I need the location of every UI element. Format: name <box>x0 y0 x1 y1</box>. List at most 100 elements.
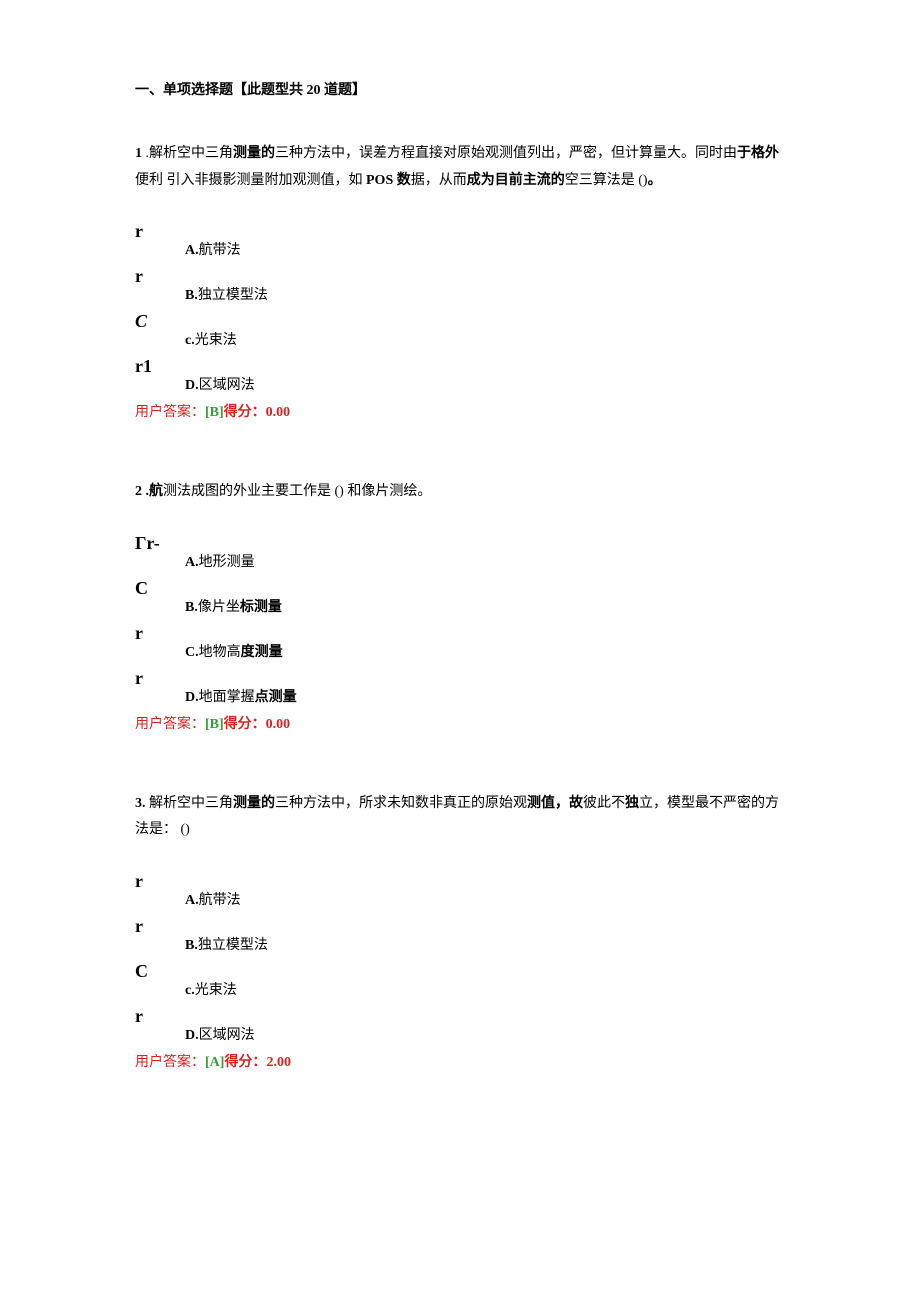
option-text: 地形测量 <box>199 555 255 570</box>
question-stem: 3. 解析空中三角测量的三种方法中，所求未知数非真正的原始观测值，故彼此不独立，… <box>135 791 790 844</box>
option-row[interactable]: rA.航带法 <box>135 872 790 911</box>
option-text: 地物高 <box>199 645 241 660</box>
question-block: 2 .航测法成图的外业主要工作是 () 和像片测绘。 Γr-A.地形测量CB.像… <box>135 479 790 735</box>
score-value: 0.00 <box>266 717 291 732</box>
score-label: 得分： <box>224 717 266 732</box>
option-letter: B. <box>185 288 198 303</box>
option-letter: B. <box>185 938 198 953</box>
stem-fragment: 独 <box>625 796 639 811</box>
radio-mark-icon[interactable]: r <box>135 222 185 242</box>
answer-prefix: 用户答案： <box>135 1055 205 1070</box>
option-text: 独立模型法 <box>198 938 268 953</box>
option-row[interactable]: Cc.光束法 <box>135 312 790 351</box>
stem-fragment: 彼此不 <box>583 796 625 811</box>
option-content: B.独立模型法 <box>185 917 268 956</box>
option-row[interactable]: rB.独立模型法 <box>135 917 790 956</box>
radio-mark-icon[interactable]: C <box>135 579 185 599</box>
stem-fragment: 测量的 <box>233 146 275 161</box>
option-row[interactable]: r1D.区域网法 <box>135 357 790 396</box>
radio-mark-icon[interactable]: r <box>135 669 185 689</box>
option-row[interactable]: rB.独立模型法 <box>135 267 790 306</box>
option-text: 区域网法 <box>199 378 255 393</box>
stem-fragment: POS 数 <box>366 173 411 188</box>
option-text: 地面掌握 <box>199 690 255 705</box>
score-value: 0.00 <box>266 405 291 420</box>
option-letter: B. <box>185 600 198 615</box>
stem-fragment: 便利 引入非摄影测量附加观测值，如 <box>135 173 366 188</box>
answer-choice: [B] <box>205 717 224 732</box>
option-letter: A. <box>185 243 199 258</box>
option-letter: D. <box>185 1028 199 1043</box>
question-block: 1 .解析空中三角测量的三种方法中，误差方程直接对原始观测值列出，严密，但计算量… <box>135 141 790 423</box>
options-list: rA.航带法rB.独立模型法Cc.光束法r1D.区域网法 <box>135 222 790 396</box>
radio-mark-icon[interactable]: r <box>135 624 185 644</box>
radio-mark-icon[interactable]: r <box>135 872 185 892</box>
question-number: 2 <box>135 484 142 499</box>
stem-fragment: 三种方法中，误差方程直接对原始观测值列出，严密，但计算量大。同时由 <box>275 146 737 161</box>
option-text: 像片坐 <box>198 600 240 615</box>
option-row[interactable]: Cc.光束法 <box>135 962 790 1001</box>
stem-fragment: .解析空中三角 <box>146 146 234 161</box>
option-text: 光束法 <box>195 333 237 348</box>
stem-fragment: 成为目前主流的 <box>467 173 565 188</box>
score-label: 得分： <box>224 405 266 420</box>
option-row[interactable]: CB.像片坐标测量 <box>135 579 790 618</box>
option-content: D.地面掌握点测量 <box>185 669 297 708</box>
option-text: 区域网法 <box>199 1028 255 1043</box>
option-content: B.独立模型法 <box>185 267 268 306</box>
stem-fragment: 测值，故 <box>527 796 583 811</box>
stem-fragment: 于格外 <box>737 146 779 161</box>
option-row[interactable]: rA.航带法 <box>135 222 790 261</box>
option-row[interactable]: rD.区域网法 <box>135 1007 790 1046</box>
question-stem: 2 .航测法成图的外业主要工作是 () 和像片测绘。 <box>135 479 790 506</box>
stem-fragment: 。 <box>648 173 662 188</box>
option-row[interactable]: rD.地面掌握点测量 <box>135 669 790 708</box>
stem-text: 解析空中三角测量的三种方法中，所求未知数非真正的原始观测值，故彼此不独立，模型最… <box>135 796 779 838</box>
option-text-bold: 点测量 <box>255 690 297 705</box>
option-text: 航带法 <box>199 893 241 908</box>
option-content: c.光束法 <box>185 312 237 351</box>
radio-mark-icon[interactable]: C <box>135 962 185 982</box>
option-text-bold: 标测量 <box>240 600 282 615</box>
option-text-bold: 度测量 <box>241 645 283 660</box>
question-number: 1 <box>135 146 142 161</box>
stem-fragment: 航 <box>149 484 163 499</box>
user-answer-line: 用户答案：[B]得分：0.00 <box>135 402 790 423</box>
option-row[interactable]: Γr-A.地形测量 <box>135 534 790 573</box>
radio-mark-icon[interactable]: r <box>135 1007 185 1027</box>
score-value: 2.00 <box>266 1055 291 1070</box>
option-content: A.地形测量 <box>185 534 255 573</box>
option-content: A.航带法 <box>185 872 241 911</box>
options-list: Γr-A.地形测量CB.像片坐标测量rC.地物高度测量rD.地面掌握点测量 <box>135 534 790 708</box>
user-answer-line: 用户答案：[A]得分：2.00 <box>135 1052 790 1073</box>
question-block: 3. 解析空中三角测量的三种方法中，所求未知数非真正的原始观测值，故彼此不独立，… <box>135 791 790 1073</box>
option-content: c.光束法 <box>185 962 237 1001</box>
stem-fragment: 三种方法中，所求未知数非真正的原始观 <box>275 796 527 811</box>
radio-mark-icon[interactable]: r <box>135 267 185 287</box>
stem-fragment: 测量的 <box>233 796 275 811</box>
answer-prefix: 用户答案： <box>135 405 205 420</box>
answer-prefix: 用户答案： <box>135 717 205 732</box>
option-letter: A. <box>185 893 199 908</box>
options-list: rA.航带法rB.独立模型法Cc.光束法rD.区域网法 <box>135 872 790 1046</box>
option-content: D.区域网法 <box>185 1007 255 1046</box>
stem-fragment: 解析空中三角 <box>149 796 233 811</box>
option-content: C.地物高度测量 <box>185 624 283 663</box>
radio-mark-icon[interactable]: C <box>135 312 185 332</box>
question-stem: 1 .解析空中三角测量的三种方法中，误差方程直接对原始观测值列出，严密，但计算量… <box>135 141 790 194</box>
option-letter: C. <box>185 645 199 660</box>
option-letter: D. <box>185 690 199 705</box>
radio-mark-icon[interactable]: r <box>135 917 185 937</box>
stem-fragment: 空三算法是 () <box>565 173 648 188</box>
radio-mark-icon[interactable]: Γr- <box>135 534 185 554</box>
option-row[interactable]: rC.地物高度测量 <box>135 624 790 663</box>
section-title: 一、单项选择题【此题型共 20 道题】 <box>135 80 790 101</box>
option-letter: c. <box>185 333 195 348</box>
option-letter: D. <box>185 378 199 393</box>
stem-fragment: 据，从而 <box>411 173 467 188</box>
option-text: 航带法 <box>199 243 241 258</box>
option-content: A.航带法 <box>185 222 241 261</box>
radio-mark-icon[interactable]: r1 <box>135 357 185 377</box>
option-letter: c. <box>185 983 195 998</box>
stem-fragment: 测法成图的外业主要工作是 () 和像片测绘。 <box>163 484 431 499</box>
